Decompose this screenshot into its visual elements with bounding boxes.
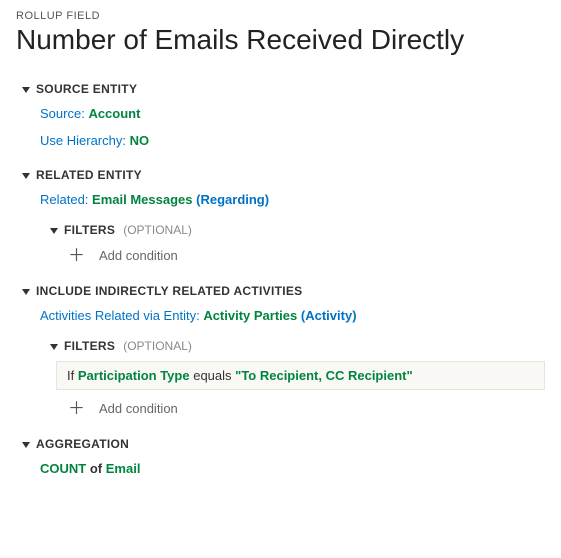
caret-down-icon — [22, 87, 30, 93]
arve-paren: (Activity) — [301, 308, 357, 323]
condition-value: "To Recipient, CC Recipient" — [235, 368, 413, 383]
add-condition-text: Add condition — [99, 248, 178, 263]
section-label: AGGREGATION — [36, 437, 129, 451]
add-condition-indirect[interactable]: ＋ Add condition — [44, 394, 545, 423]
indirect-filters-subsection: FILTERS (OPTIONAL) If Participation Type… — [44, 335, 545, 423]
section-related-entity: RELATED ENTITY Related: Email Messages (… — [16, 164, 545, 270]
caret-down-icon — [22, 173, 30, 179]
section-header-aggregation[interactable]: AGGREGATION — [16, 433, 545, 455]
caret-down-icon — [22, 442, 30, 448]
source-row[interactable]: Source: Account — [16, 100, 545, 127]
filters-optional: (OPTIONAL) — [123, 339, 192, 353]
section-label: SOURCE ENTITY — [36, 82, 137, 96]
hierarchy-row[interactable]: Use Hierarchy: NO — [16, 127, 545, 154]
related-value: Email Messages — [92, 192, 192, 207]
related-paren: (Regarding) — [196, 192, 269, 207]
caret-down-icon — [50, 344, 58, 350]
caret-down-icon — [22, 289, 30, 295]
condition-if: If — [67, 368, 74, 383]
page-title: Number of Emails Received Directly — [16, 24, 545, 56]
add-condition-related[interactable]: ＋ Add condition — [44, 241, 545, 270]
condition-field: Participation Type — [78, 368, 190, 383]
filters-header-indirect[interactable]: FILTERS (OPTIONAL) — [44, 335, 545, 357]
aggregation-row[interactable]: COUNT of Email — [16, 455, 545, 482]
hierarchy-label: Use Hierarchy: — [40, 133, 126, 148]
plus-icon: ＋ — [68, 247, 85, 264]
filters-label: FILTERS — [64, 223, 115, 237]
section-header-source[interactable]: SOURCE ENTITY — [16, 78, 545, 100]
filters-header-related[interactable]: FILTERS (OPTIONAL) — [44, 219, 545, 241]
section-header-indirect[interactable]: INCLUDE INDIRECTLY RELATED ACTIVITIES — [16, 280, 545, 302]
section-label: INCLUDE INDIRECTLY RELATED ACTIVITIES — [36, 284, 302, 298]
caret-down-icon — [50, 228, 58, 234]
aggregation-entity: Email — [106, 461, 141, 476]
section-aggregation: AGGREGATION COUNT of Email — [16, 433, 545, 482]
section-label: RELATED ENTITY — [36, 168, 142, 182]
add-condition-text: Add condition — [99, 401, 178, 416]
related-row[interactable]: Related: Email Messages (Regarding) — [16, 186, 545, 213]
related-filters-subsection: FILTERS (OPTIONAL) ＋ Add condition — [44, 219, 545, 270]
eyebrow-label: ROLLUP FIELD — [16, 10, 545, 22]
section-indirect-activities: INCLUDE INDIRECTLY RELATED ACTIVITIES Ac… — [16, 280, 545, 423]
hierarchy-value: NO — [130, 133, 150, 148]
section-source-entity: SOURCE ENTITY Source: Account Use Hierar… — [16, 78, 545, 154]
arve-value: Activity Parties — [203, 308, 297, 323]
aggregation-function: COUNT — [40, 461, 86, 476]
arve-row[interactable]: Activities Related via Entity: Activity … — [16, 302, 545, 329]
source-label: Source: — [40, 106, 85, 121]
section-header-related[interactable]: RELATED ENTITY — [16, 164, 545, 186]
plus-icon: ＋ — [68, 400, 85, 417]
source-value: Account — [88, 106, 140, 121]
aggregation-of: of — [90, 461, 102, 476]
arve-label: Activities Related via Entity: — [40, 308, 200, 323]
filters-optional: (OPTIONAL) — [123, 223, 192, 237]
condition-operator: equals — [193, 368, 231, 383]
related-label: Related: — [40, 192, 88, 207]
filters-label: FILTERS — [64, 339, 115, 353]
filter-condition-row[interactable]: If Participation Type equals "To Recipie… — [56, 361, 545, 390]
